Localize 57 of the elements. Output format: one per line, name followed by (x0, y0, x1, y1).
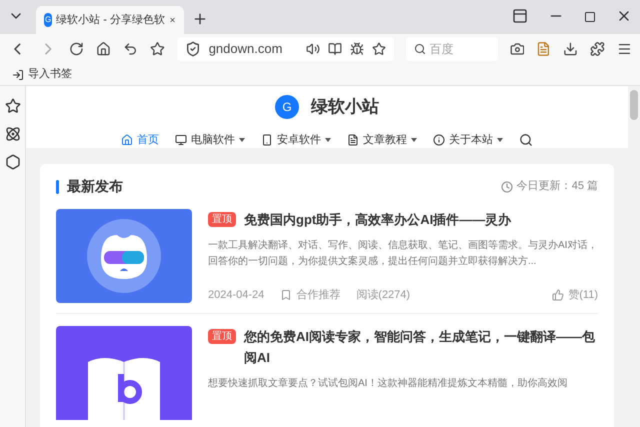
nav-link[interactable]: 文章教程 (347, 132, 417, 148)
scrollbar-thumb[interactable] (630, 90, 638, 120)
windows-icon (175, 134, 187, 146)
search-box[interactable]: 百度 (406, 37, 498, 61)
star-icon[interactable] (150, 41, 165, 57)
import-icon (12, 68, 24, 80)
new-tab-icon[interactable] (192, 11, 208, 27)
download-icon[interactable] (563, 41, 578, 57)
pinned-badge: 置顶 (208, 329, 236, 344)
bug-icon[interactable] (350, 42, 364, 56)
article-excerpt: 想要快速抓取文章要点？试试包阅AI！这款神器能精准提炼文本精髓，助你高效阅 (208, 376, 568, 391)
doc-icon (347, 134, 359, 146)
pinned-badge: 置顶 (208, 212, 236, 227)
sidebar-toggle-icon[interactable] (512, 8, 528, 24)
menu-icon[interactable] (617, 41, 632, 57)
home-icon[interactable] (96, 41, 111, 57)
shield-icon (184, 41, 201, 57)
section-title: 最新发布 (67, 177, 123, 196)
nav-link[interactable]: 首页 (121, 132, 159, 148)
clock-icon (500, 180, 513, 192)
reload-icon[interactable] (69, 41, 84, 57)
article-excerpt: 一款工具解决翻译、对话、写作、阅读、信息获取、笔记、画图等需求。与灵办AI对话，回答你的一切问题，为你提供文案灵感，提出任何问题并立即获得解决方... (208, 238, 598, 269)
article-title[interactable]: 您的免费AI阅读专家，智能问答，生成笔记，一键翻译——包阅AI (244, 326, 598, 368)
maximize-icon[interactable] (584, 11, 596, 23)
star-icon[interactable] (372, 42, 386, 56)
favicon: G (44, 13, 52, 27)
browser-tab[interactable]: G 绿软小站 - 分享绿色软 (36, 6, 184, 34)
address-text: gndown.com (208, 40, 284, 58)
speaker-icon[interactable] (306, 42, 320, 56)
reader-icon[interactable] (328, 42, 342, 56)
tab-title: 绿软小站 - 分享绿色软 (56, 12, 165, 28)
info-icon (433, 134, 445, 146)
site-logo[interactable]: G (275, 94, 299, 119)
address-bar[interactable]: gndown.com (176, 37, 394, 61)
home-icon (121, 134, 133, 146)
hexagon-icon[interactable] (4, 154, 20, 170)
today-count: 今日更新：45 篇 (516, 178, 598, 194)
nav-link[interactable]: 安卓软件 (261, 132, 331, 148)
undo-icon[interactable] (122, 41, 138, 57)
camera-icon[interactable] (510, 41, 524, 57)
android-icon (261, 134, 273, 146)
nav-link[interactable]: 电脑软件 (175, 132, 245, 148)
thumbs-up-icon (552, 288, 564, 301)
post-date: 2024-04-24 (208, 288, 264, 302)
note-icon[interactable] (536, 41, 552, 57)
site-name: 绿软小站 (311, 96, 379, 118)
bookmark-item[interactable]: 导入书签 (12, 66, 72, 83)
view-count: 阅读(2274) (356, 288, 410, 302)
extensions-icon[interactable] (590, 41, 606, 57)
category-icon (280, 288, 292, 301)
search-icon[interactable] (519, 132, 533, 147)
article-title[interactable]: 免费国内gpt助手，高效率办公AI插件——灵办 (244, 209, 512, 230)
star-icon[interactable] (4, 98, 20, 114)
atom-icon[interactable] (4, 126, 20, 142)
search-icon (414, 42, 426, 56)
search-field[interactable]: 百度 (430, 40, 490, 58)
nav-link[interactable]: 关于本站 (433, 132, 503, 148)
